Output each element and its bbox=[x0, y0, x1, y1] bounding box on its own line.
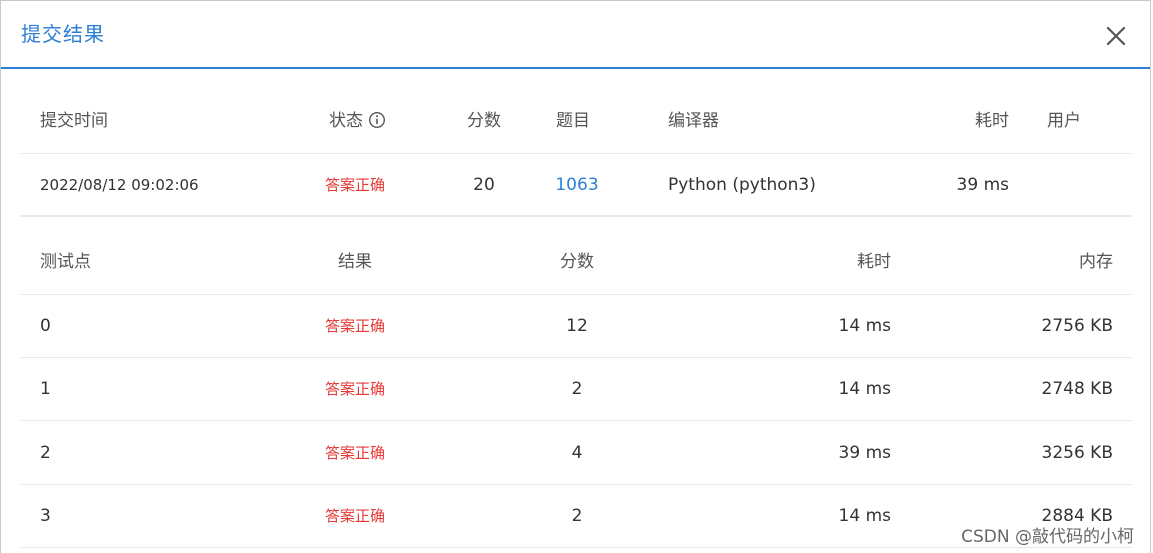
testcase-result: 答案正确 bbox=[324, 444, 386, 462]
testcase-elapsed: 39 ms bbox=[838, 443, 891, 463]
header-case-score: 分数 bbox=[560, 252, 594, 272]
testcase-score: 12 bbox=[566, 316, 588, 336]
header-problem: 题目 bbox=[556, 111, 590, 131]
compiler-value: Python (python3) bbox=[668, 175, 816, 195]
score-value: 20 bbox=[473, 175, 495, 195]
header-compiler: 编译器 bbox=[668, 111, 719, 131]
testcase-id: 3 bbox=[40, 506, 51, 526]
testcase-result: 答案正确 bbox=[324, 317, 386, 335]
dialog-header: 提交结果 bbox=[1, 1, 1150, 69]
testcase-score: 4 bbox=[571, 443, 583, 463]
testcase-elapsed: 14 ms bbox=[838, 379, 891, 399]
submit-time: 2022/08/12 09:02:06 bbox=[40, 176, 199, 194]
close-button[interactable] bbox=[1101, 21, 1131, 51]
testcase-score: 2 bbox=[571, 506, 583, 526]
table-row: 1 答案正确 2 14 ms 2748 KB bbox=[21, 358, 1132, 421]
dialog-title: 提交结果 bbox=[21, 22, 105, 46]
header-status-label: 状态 bbox=[329, 111, 363, 131]
testcase-memory: 2756 KB bbox=[1041, 316, 1113, 336]
table-row: 2 答案正确 4 39 ms 3256 KB bbox=[21, 421, 1132, 485]
testcase-elapsed: 14 ms bbox=[838, 316, 891, 336]
submission-result-dialog: 提交结果 提交时间 状态 分数 题目 编译器 耗时 用户 2022/08/12 … bbox=[0, 0, 1151, 553]
header-testcase: 测试点 bbox=[40, 252, 91, 272]
status-badge: 答案正确 bbox=[324, 176, 386, 194]
info-circle-icon[interactable] bbox=[368, 111, 386, 129]
problem-link[interactable]: 1063 bbox=[555, 174, 598, 196]
header-memory: 内存 bbox=[1079, 252, 1113, 272]
testcase-id: 0 bbox=[40, 316, 51, 336]
header-status: 状态 bbox=[329, 110, 386, 132]
watermark: CSDN @敲代码的小柯 bbox=[961, 527, 1134, 547]
testcase-id: 1 bbox=[40, 379, 51, 399]
summary-header-row: 提交时间 状态 分数 题目 编译器 耗时 用户 bbox=[21, 91, 1132, 154]
testcase-id: 2 bbox=[40, 443, 51, 463]
testcase-header-row: 测试点 结果 分数 耗时 内存 bbox=[21, 232, 1132, 295]
header-user: 用户 bbox=[1047, 111, 1081, 131]
testcase-memory: 3256 KB bbox=[1041, 443, 1113, 463]
header-elapsed: 耗时 bbox=[975, 111, 1009, 131]
testcase-result: 答案正确 bbox=[324, 507, 386, 525]
header-result: 结果 bbox=[338, 252, 372, 272]
close-icon bbox=[1106, 26, 1126, 46]
summary-row: 2022/08/12 09:02:06 答案正确 20 1063 Python … bbox=[21, 154, 1132, 217]
testcase-memory: 2748 KB bbox=[1041, 379, 1113, 399]
header-submit-time: 提交时间 bbox=[40, 111, 108, 131]
elapsed-value: 39 ms bbox=[956, 175, 1009, 195]
testcase-elapsed: 14 ms bbox=[838, 506, 891, 526]
header-score: 分数 bbox=[467, 111, 501, 131]
table-row: 0 答案正确 12 14 ms 2756 KB bbox=[21, 295, 1132, 358]
testcase-score: 2 bbox=[571, 379, 583, 399]
header-case-elapsed: 耗时 bbox=[857, 252, 891, 272]
testcase-result: 答案正确 bbox=[324, 380, 386, 398]
